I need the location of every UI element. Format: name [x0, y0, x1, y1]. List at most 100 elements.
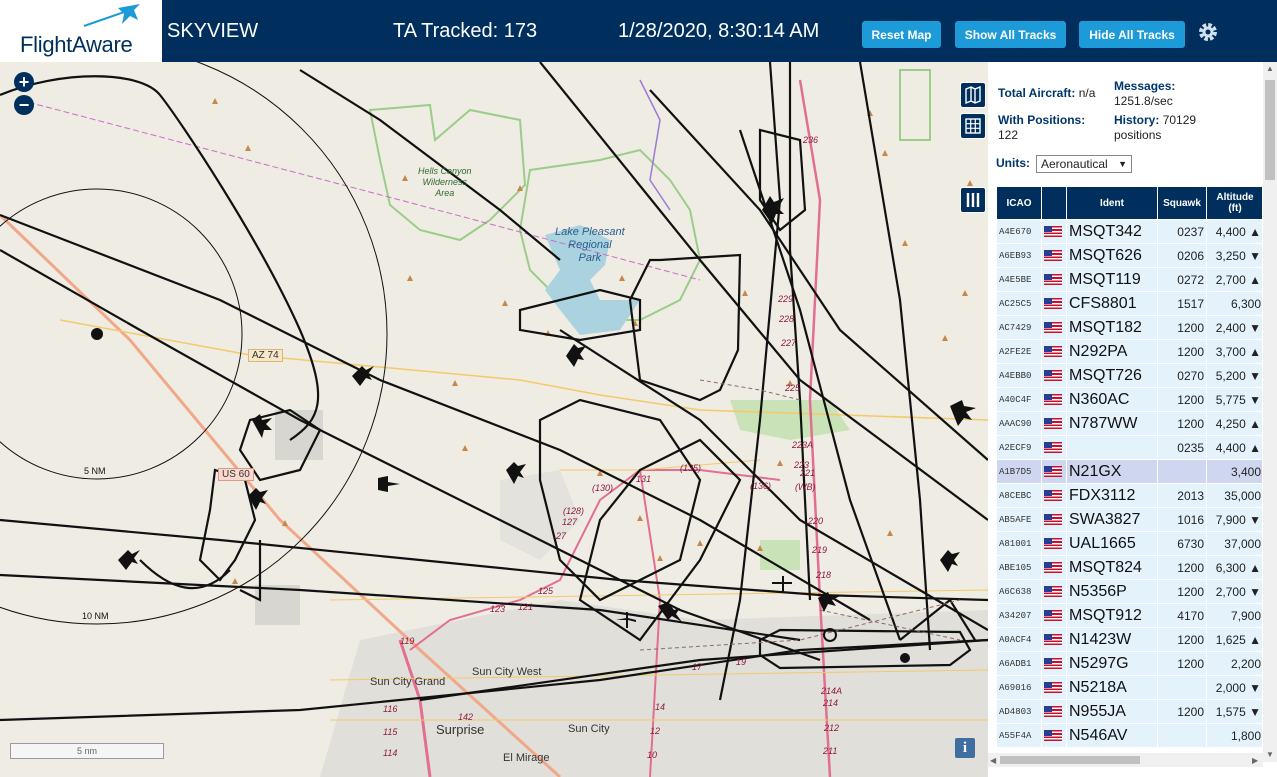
total-aircraft-stat: Total Aircraft: n/a [998, 86, 1095, 100]
table-row[interactable]: ABE105 MSQT824 1200 6,300 ▲ [997, 556, 1262, 579]
us-flag-icon [1044, 706, 1062, 718]
squawk-cell: 0270 [1158, 364, 1206, 387]
squawk-cell: 1200 [1158, 316, 1206, 339]
flightaware-logo[interactable]: FlightAware [0, 0, 162, 62]
altitude-cell: 37,000 [1207, 532, 1262, 555]
datetime: 1/28/2020, 8:30:14 AM [618, 20, 820, 42]
altitude-cell: 35,000 [1207, 484, 1262, 507]
col-altitude[interactable]: Altitude (ft) [1207, 187, 1262, 219]
us-flag-icon [1044, 730, 1062, 742]
flag-cell [1042, 508, 1066, 531]
us-flag-icon [1044, 418, 1062, 430]
exit-label: 214 [823, 698, 839, 708]
ident-cell: MSQT912 [1067, 604, 1157, 627]
icao-cell: A2FE2E [997, 340, 1041, 363]
us-flag-icon [1044, 322, 1062, 334]
zoom-out-button[interactable]: − [14, 95, 34, 115]
icao-cell: A4EBB0 [997, 364, 1041, 387]
table-row[interactable]: AC25C5 CFS8801 1517 6,300 [997, 292, 1262, 315]
exit-label: 19 [736, 657, 747, 667]
table-row[interactable]: A8CEBC FDX3112 2013 35,000 [997, 484, 1262, 507]
map-view[interactable]: 5 NM 10 NM Hells Canyon Wilderness Area La… [0, 62, 988, 777]
col-icao[interactable]: ICAO [997, 187, 1041, 219]
exit-label: 121 [518, 602, 534, 612]
units-select[interactable]: Aeronautical ▼ [1036, 155, 1132, 173]
ident-cell: N5297G [1067, 652, 1157, 675]
col-ident[interactable]: Ident [1067, 187, 1157, 219]
icao-cell: A8CEBC [997, 484, 1041, 507]
hide-all-tracks-button[interactable]: Hide All Tracks [1079, 21, 1185, 48]
icao-cell: A6ADB1 [997, 652, 1041, 675]
icao-cell: AC25C5 [997, 292, 1041, 315]
exit-label: (128) [563, 506, 585, 516]
icao-cell: A6C638 [997, 580, 1041, 603]
col-squawk[interactable]: Squawk [1158, 187, 1206, 219]
vertical-scrollbar[interactable]: ▲ ▼ [1263, 62, 1277, 762]
us-flag-icon [1044, 538, 1062, 550]
horizontal-scrollbar[interactable]: ◀ ▶ [988, 753, 1263, 767]
icao-cell: AD4803 [997, 700, 1041, 723]
squawk-cell: 1200 [1158, 556, 1206, 579]
table-row[interactable]: A55F4A N546AV 1,800 [997, 724, 1262, 747]
icao-cell: AC7429 [997, 316, 1041, 339]
table-row[interactable]: A2FE2E N292PA 1200 3,700 ▲ [997, 340, 1262, 363]
chevron-down-icon: ▼ [1118, 159, 1127, 169]
altitude-cell: 2,200 [1207, 652, 1262, 675]
table-row[interactable]: A6EB93 MSQT626 0206 3,250 ▼ [997, 244, 1262, 267]
info-button[interactable]: i [955, 738, 975, 758]
flag-cell [1042, 724, 1066, 747]
messages-value: 1251.8/sec [1114, 94, 1173, 108]
table-row[interactable]: A69016 N5218A 2,000 ▼ [997, 676, 1262, 699]
reset-map-button[interactable]: Reset Map [862, 21, 941, 48]
us-flag-icon [1044, 394, 1062, 406]
grid-toggle-button[interactable] [960, 113, 986, 139]
exit-label: 14 [655, 702, 666, 712]
table-row[interactable]: A34207 MSQT912 4170 7,900 [997, 604, 1262, 627]
altitude-cell: 3,250 ▼ [1207, 244, 1262, 267]
us-flag-icon [1044, 490, 1062, 502]
table-row[interactable]: A1B7D5 N21GX 3,400 [997, 460, 1262, 483]
table-row[interactable]: AB5AFE SWA3827 1016 7,900 ▼ [997, 508, 1262, 531]
us-flag-icon [1044, 514, 1062, 526]
table-row[interactable]: A81001 UAL1665 6730 37,000 [997, 532, 1262, 555]
exit-label: 17 [692, 662, 703, 672]
exit-label: 221 [800, 468, 816, 478]
map-layers-button[interactable] [960, 82, 986, 108]
table-row[interactable]: A0ACF4 N1423W 1200 1,625 ▲ [997, 628, 1262, 651]
lake-pleasant-label: Lake Pleasant Regional Park [555, 226, 625, 264]
plane-logo-icon [83, 4, 140, 27]
squawk-cell: 0272 [1158, 268, 1206, 291]
table-row[interactable]: AC7429 MSQT182 1200 2,400 ▼ [997, 316, 1262, 339]
us-flag-icon [1044, 250, 1062, 262]
exit-label: 27 [556, 531, 567, 541]
table-row[interactable]: A6C638 N5356P 1200 2,700 ▼ [997, 580, 1262, 603]
app-title: SKYVIEW [167, 20, 259, 42]
squawk-cell: 1200 [1158, 388, 1206, 411]
zoom-in-button[interactable]: + [14, 72, 34, 92]
columns-toggle-button[interactable] [960, 187, 986, 213]
ident-cell: SWA3827 [1067, 508, 1157, 531]
squawk-cell: 0237 [1158, 220, 1206, 243]
altitude-cell: 2,700 ▲ [1207, 268, 1262, 291]
exit-label: 131 [636, 474, 652, 484]
altitude-cell: 7,900 [1207, 604, 1262, 627]
altitude-cell: 5,775 ▼ [1207, 388, 1262, 411]
table-row[interactable]: AAAC90 N787WW 1200 4,250 ▲ [997, 412, 1262, 435]
icao-cell: A34207 [997, 604, 1041, 627]
table-row[interactable]: A4EBB0 MSQT726 0270 5,200 ▼ [997, 364, 1262, 387]
table-row[interactable]: A40C4F N360AC 1200 5,775 ▼ [997, 388, 1262, 411]
col-flag[interactable] [1042, 187, 1066, 219]
squawk-cell: 1200 [1158, 580, 1206, 603]
columns-icon [966, 193, 980, 207]
gear-icon[interactable] [1196, 20, 1220, 44]
show-all-tracks-button[interactable]: Show All Tracks [955, 21, 1066, 48]
table-row[interactable]: AD4803 N955JA 1200 1,575 ▼ [997, 700, 1262, 723]
exit-label: 12 [650, 726, 661, 736]
altitude-cell: 4,400 ▲ [1207, 436, 1262, 459]
altitude-cell: 1,625 ▲ [1207, 628, 1262, 651]
table-row[interactable]: A2ECF9 0235 4,400 ▲ [997, 436, 1262, 459]
table-row[interactable]: A6ADB1 N5297G 1200 2,200 [997, 652, 1262, 675]
table-row[interactable]: A4E670 MSQT342 0237 4,400 ▲ [997, 220, 1262, 243]
units-label-wrap: Units: [996, 156, 1030, 170]
table-row[interactable]: A4E5BE MSQT119 0272 2,700 ▲ [997, 268, 1262, 291]
